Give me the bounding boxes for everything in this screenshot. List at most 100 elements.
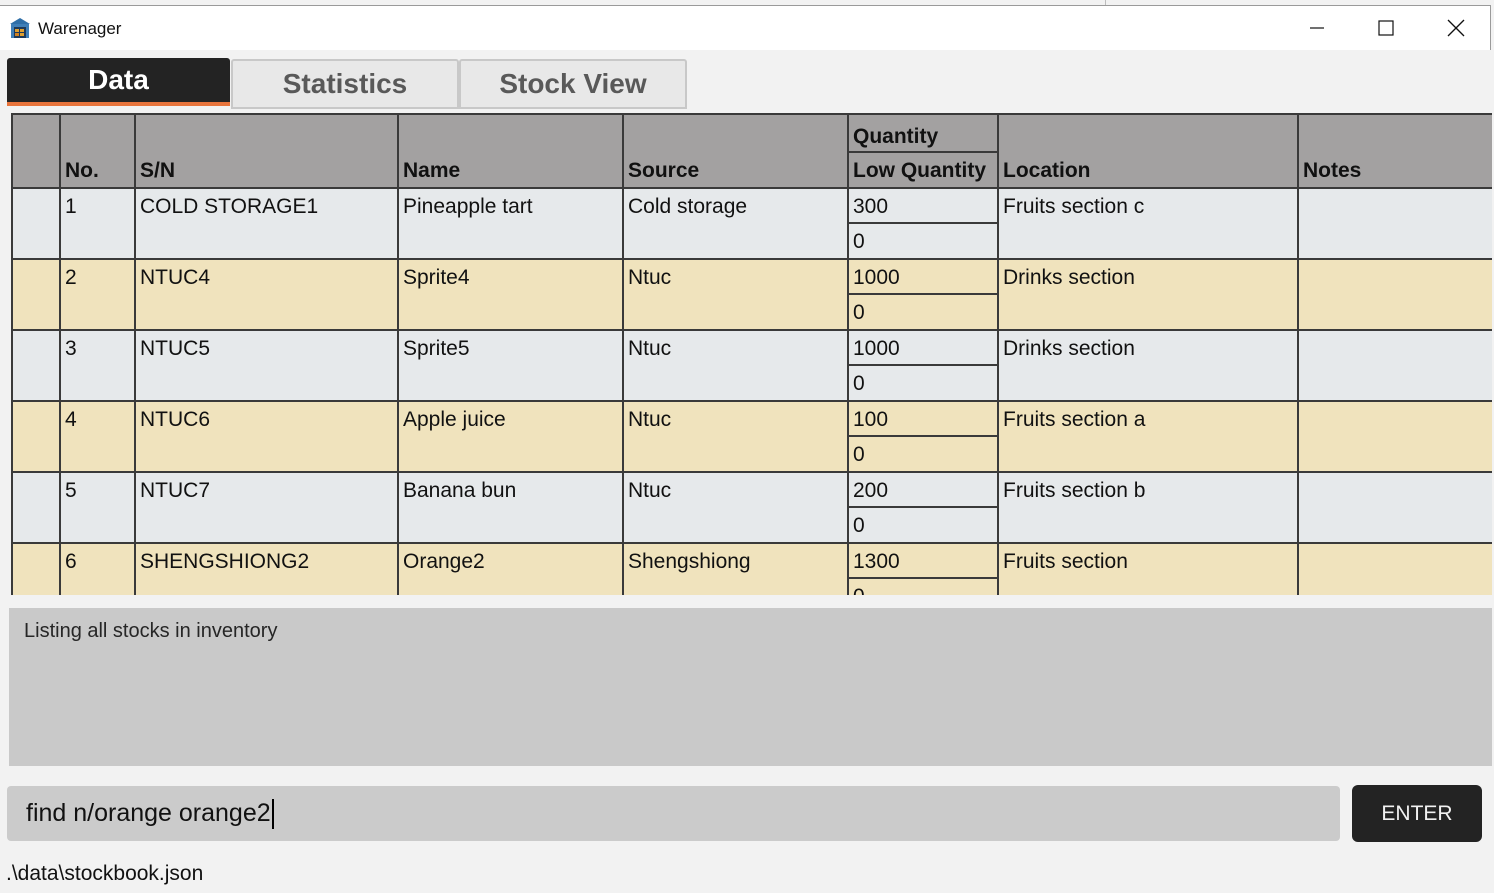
cell-source: Shengshiong bbox=[624, 544, 849, 595]
cell-location: Fruits section b bbox=[999, 473, 1299, 542]
maximize-icon bbox=[1378, 20, 1394, 36]
command-input-text: find n/orange orange2 bbox=[26, 799, 274, 830]
row-quantity-text: 100 bbox=[853, 408, 889, 431]
warehouse-icon bbox=[10, 18, 30, 38]
table-row[interactable]: 1 COLD STORAGE1 Pineapple tart Cold stor… bbox=[13, 189, 1492, 260]
tab-data[interactable]: Data bbox=[7, 58, 230, 106]
cell-notes bbox=[1299, 260, 1492, 329]
table-row[interactable]: 5 NTUC7 Banana bun Ntuc 200 0 Fruits sec… bbox=[13, 473, 1492, 544]
row-no-text: 2 bbox=[65, 266, 77, 289]
row-location-text: Fruits section bbox=[1003, 550, 1128, 573]
status-bar-file-path: .\data\stockbook.json bbox=[6, 862, 204, 885]
cell-quantity-group: 300 0 bbox=[849, 189, 999, 258]
row-low_quantity-text: 0 bbox=[853, 230, 865, 253]
tab-statistics[interactable]: Statistics bbox=[231, 59, 459, 109]
row-location-text: Fruits section b bbox=[1003, 479, 1146, 502]
cell-sn: NTUC6 bbox=[136, 402, 399, 471]
row-quantity-text: 300 bbox=[853, 195, 889, 218]
cell-low-quantity: 0 bbox=[849, 579, 997, 595]
cell-source: Ntuc bbox=[624, 473, 849, 542]
row-sn-text: NTUC6 bbox=[140, 408, 211, 431]
cell-source: Cold storage bbox=[624, 189, 849, 258]
row-name-text: Apple juice bbox=[403, 408, 506, 431]
cell-location: Drinks section bbox=[999, 331, 1299, 400]
row-sn-text: COLD STORAGE1 bbox=[140, 195, 319, 218]
row-index-cell bbox=[13, 331, 61, 400]
cell-quantity: 300 bbox=[849, 189, 997, 224]
header-quantity: Quantity bbox=[849, 115, 997, 153]
row-sn-text: NTUC5 bbox=[140, 337, 211, 360]
row-source-text: Ntuc bbox=[628, 337, 672, 360]
row-source-text: Ntuc bbox=[628, 266, 672, 289]
minimize-button[interactable] bbox=[1282, 6, 1352, 50]
cell-location: Fruits section c bbox=[999, 189, 1299, 258]
header-location[interactable]: Location bbox=[999, 115, 1299, 187]
cell-name: Apple juice bbox=[399, 402, 624, 471]
table-row[interactable]: 4 NTUC6 Apple juice Ntuc 100 0 Fruits se… bbox=[13, 402, 1492, 473]
row-no-text: 1 bbox=[65, 195, 77, 218]
cell-no: 3 bbox=[61, 331, 136, 400]
cell-name: Banana bun bbox=[399, 473, 624, 542]
cell-low-quantity: 0 bbox=[849, 224, 997, 258]
tab-stock-view[interactable]: Stock View bbox=[459, 59, 687, 109]
maximize-button[interactable] bbox=[1351, 6, 1421, 50]
stock-table[interactable]: No. S/N Name Source Quantity Low Quantit… bbox=[11, 113, 1492, 595]
row-quantity-text: 1000 bbox=[853, 337, 900, 360]
row-quantity-text: 1000 bbox=[853, 266, 900, 289]
cell-low-quantity: 0 bbox=[849, 437, 997, 471]
result-display: Listing all stocks in inventory bbox=[9, 608, 1492, 766]
title-bar[interactable]: Warenager bbox=[0, 5, 1491, 50]
row-location-text: Fruits section c bbox=[1003, 195, 1145, 218]
result-text: Listing all stocks in inventory bbox=[24, 620, 278, 642]
text-caret bbox=[271, 799, 274, 830]
header-name[interactable]: Name bbox=[399, 115, 624, 187]
cell-no: 4 bbox=[61, 402, 136, 471]
cell-name: Sprite5 bbox=[399, 331, 624, 400]
cell-quantity-group: 1000 0 bbox=[849, 331, 999, 400]
header-sn-label: S/N bbox=[140, 159, 176, 182]
cell-no: 5 bbox=[61, 473, 136, 542]
header-sn[interactable]: S/N bbox=[136, 115, 399, 187]
row-source-text: Ntuc bbox=[628, 408, 672, 431]
cell-sn: NTUC5 bbox=[136, 331, 399, 400]
header-no[interactable]: No. bbox=[61, 115, 136, 187]
cell-quantity: 200 bbox=[849, 473, 997, 508]
table-row[interactable]: 2 NTUC4 Sprite4 Ntuc 1000 0 Drinks secti… bbox=[13, 260, 1492, 331]
row-sn-text: NTUC7 bbox=[140, 479, 211, 502]
row-name-text: Orange2 bbox=[403, 550, 485, 573]
cell-location: Fruits section bbox=[999, 544, 1299, 595]
table-row[interactable]: 6 SHENGSHIONG2 Orange2 Shengshiong 1300 … bbox=[13, 544, 1492, 595]
header-index bbox=[13, 115, 61, 187]
close-button[interactable] bbox=[1421, 6, 1491, 50]
header-name-label: Name bbox=[403, 159, 461, 182]
cell-location: Fruits section a bbox=[999, 402, 1299, 471]
cell-source: Ntuc bbox=[624, 402, 849, 471]
cell-no: 6 bbox=[61, 544, 136, 595]
cell-notes bbox=[1299, 189, 1492, 258]
row-location-text: Fruits section a bbox=[1003, 408, 1146, 431]
header-source[interactable]: Source bbox=[624, 115, 849, 187]
row-no-text: 5 bbox=[65, 479, 77, 502]
header-notes[interactable]: Notes bbox=[1299, 115, 1492, 187]
command-input[interactable]: find n/orange orange2 bbox=[7, 786, 1340, 841]
row-low_quantity-text: 0 bbox=[853, 372, 865, 395]
table-row[interactable]: 3 NTUC5 Sprite5 Ntuc 1000 0 Drinks secti… bbox=[13, 331, 1492, 402]
row-quantity-text: 200 bbox=[853, 479, 889, 502]
row-index-cell bbox=[13, 189, 61, 258]
cell-low-quantity: 0 bbox=[849, 366, 997, 400]
row-name-text: Pineapple tart bbox=[403, 195, 533, 218]
header-no-label: No. bbox=[65, 159, 99, 182]
cell-no: 1 bbox=[61, 189, 136, 258]
table-header-row: No. S/N Name Source Quantity Low Quantit… bbox=[13, 113, 1492, 189]
header-quantity-label: Quantity bbox=[853, 125, 939, 148]
row-source-text: Cold storage bbox=[628, 195, 748, 218]
row-name-text: Banana bun bbox=[403, 479, 517, 502]
row-name-text: Sprite5 bbox=[403, 337, 470, 360]
cell-quantity-group: 100 0 bbox=[849, 402, 999, 471]
cell-sn: NTUC7 bbox=[136, 473, 399, 542]
cell-quantity-group: 200 0 bbox=[849, 473, 999, 542]
enter-button[interactable]: ENTER bbox=[1352, 785, 1482, 842]
header-source-label: Source bbox=[628, 159, 700, 182]
header-quantity-group[interactable]: Quantity Low Quantity bbox=[849, 115, 999, 187]
cell-source: Ntuc bbox=[624, 260, 849, 329]
